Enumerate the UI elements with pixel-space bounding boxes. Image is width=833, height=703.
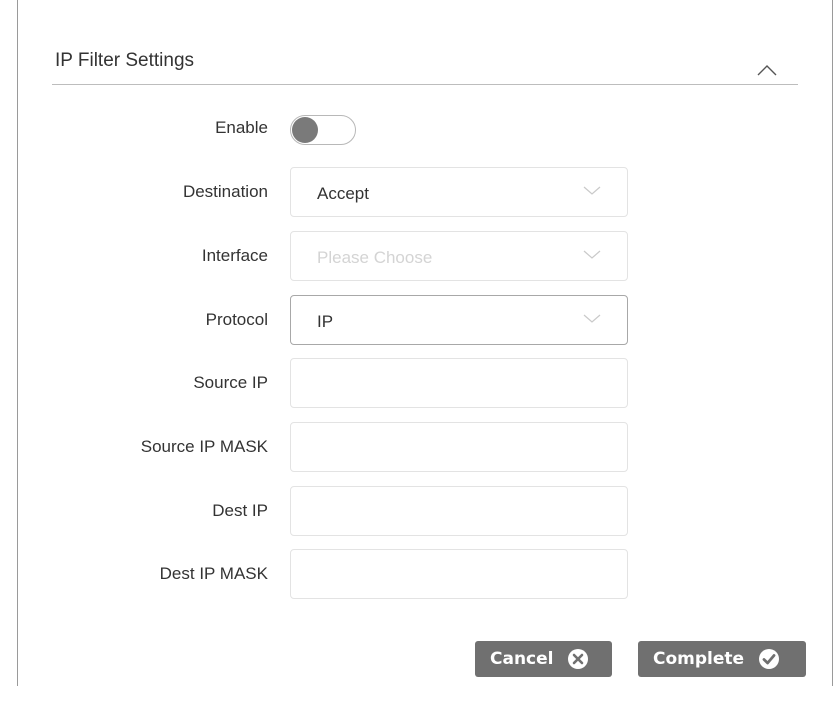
dest-ip-label: Dest IP (212, 501, 268, 520)
dest-ip-input[interactable] (290, 486, 628, 536)
dest-ip-mask-label: Dest IP MASK (159, 564, 268, 583)
protocol-select[interactable]: IP (290, 295, 628, 345)
source-ip-mask-input[interactable] (290, 422, 628, 472)
toggle-knob (292, 117, 318, 143)
interface-label: Interface (201, 246, 268, 265)
enable-toggle[interactable] (290, 115, 356, 145)
destination-label: Destination (182, 182, 268, 201)
source-ip-row: Source IP (18, 358, 833, 408)
source-ip-mask-label: Source IP MASK (140, 437, 268, 456)
enable-label: Enable (215, 118, 268, 137)
source-ip-label: Source IP (193, 373, 268, 392)
cancel-button-label: Cancel (490, 649, 554, 669)
enable-row: Enable (18, 103, 833, 153)
interface-select[interactable]: Please Choose (290, 231, 628, 281)
header-divider (52, 84, 798, 85)
interface-placeholder: Please Choose (317, 248, 433, 267)
ip-filter-settings-panel: IP Filter Settings Enable Destination Ac… (17, 0, 833, 686)
destination-value: Accept (317, 184, 369, 203)
protocol-value: IP (317, 312, 334, 331)
panel-title: IP Filter Settings (55, 50, 195, 71)
chevron-up-icon[interactable] (756, 63, 778, 77)
close-circle-icon (568, 649, 589, 669)
chevron-down-icon (583, 314, 601, 323)
dest-ip-row: Dest IP (18, 486, 833, 536)
source-ip-mask-row: Source IP MASK (18, 422, 833, 472)
protocol-label: Protocol (205, 310, 268, 329)
cancel-button[interactable]: Cancel (475, 641, 612, 677)
destination-row: Destination Accept (18, 167, 833, 217)
interface-row: Interface Please Choose (18, 231, 833, 281)
dest-ip-mask-input[interactable] (290, 549, 628, 599)
protocol-row: Protocol IP (18, 295, 833, 345)
complete-button-label: Complete (653, 649, 745, 669)
check-circle-icon (759, 649, 780, 669)
source-ip-input[interactable] (290, 358, 628, 408)
complete-button[interactable]: Complete (638, 641, 806, 677)
dest-ip-mask-row: Dest IP MASK (18, 549, 833, 599)
chevron-down-icon (583, 186, 601, 195)
chevron-down-icon (583, 250, 601, 259)
destination-select[interactable]: Accept (290, 167, 628, 217)
